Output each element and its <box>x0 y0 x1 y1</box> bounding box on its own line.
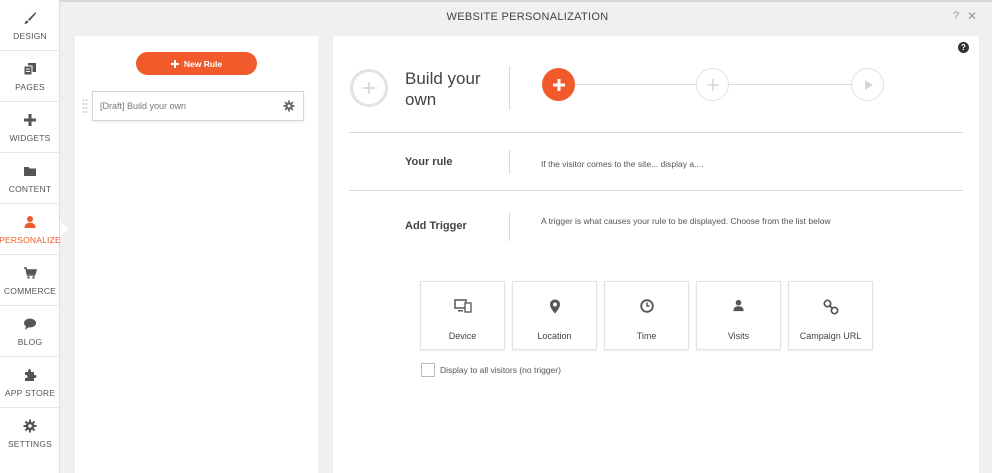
speech-bubble-icon <box>22 316 38 332</box>
sidebar-item-label: SETTINGS <box>7 439 53 449</box>
plus-icon <box>170 59 179 68</box>
sidebar-item-blog[interactable]: BLOG <box>0 306 60 357</box>
cart-icon <box>22 265 38 281</box>
separator <box>349 132 963 133</box>
plus-icon <box>706 78 719 91</box>
sidebar-item-label: PAGES <box>15 81 45 92</box>
rule-builder-panel: ? Build your own Your rule If the visito… <box>333 36 979 473</box>
add-trigger-label: Add Trigger <box>405 220 467 232</box>
sidebar-item-pages[interactable]: PAGES <box>0 51 60 102</box>
your-rule-description: If the visitor comes to the site... disp… <box>541 159 704 169</box>
trigger-label: Time <box>636 331 657 341</box>
plus-icon <box>552 78 565 91</box>
separator <box>349 190 963 191</box>
divider <box>509 213 510 241</box>
trigger-label: Location <box>537 331 572 341</box>
gear-icon[interactable] <box>283 100 295 112</box>
rule-title: Build your own <box>405 69 481 109</box>
sidebar-item-label: BLOG <box>17 336 43 347</box>
device-icon <box>421 299 504 315</box>
person-icon <box>22 214 38 230</box>
clock-icon <box>605 299 688 315</box>
trigger-label: Visits <box>727 331 750 341</box>
rule-step-placeholder <box>350 69 388 107</box>
location-pin-icon <box>513 299 596 315</box>
step-1-add-trigger[interactable] <box>542 68 575 101</box>
step-3-publish[interactable] <box>851 68 884 101</box>
sidebar-item-label: WIDGETS <box>9 132 51 143</box>
step-2-add-action[interactable] <box>696 68 729 101</box>
sidebar-item-widgets[interactable]: WIDGETS <box>0 102 60 153</box>
trigger-label: Campaign URL <box>799 331 862 341</box>
close-icon[interactable]: ✕ <box>967 9 977 23</box>
sidebar-item-label: DESIGN <box>13 30 47 41</box>
sidebar-item-label: PERSONALIZE <box>0 234 61 245</box>
rule-name: [Draft] Build your own <box>100 101 187 111</box>
trigger-device[interactable]: Device <box>420 281 505 350</box>
add-trigger-description: A trigger is what causes your rule to be… <box>541 216 831 226</box>
header-help-icon[interactable]: ? <box>953 10 959 22</box>
sidebar-item-app-store[interactable]: APP STORE <box>0 357 60 408</box>
trigger-campaign-url[interactable]: Campaign URL <box>788 281 873 350</box>
folder-icon <box>22 163 38 179</box>
trigger-time[interactable]: Time <box>604 281 689 350</box>
divider <box>509 150 510 174</box>
left-sidebar: DESIGN PAGES WIDGETS CONTENT PERSONALIZE… <box>0 0 68 473</box>
sidebar-item-settings[interactable]: SETTINGS <box>0 408 60 459</box>
plus-icon <box>363 82 375 94</box>
rule-list-item[interactable]: [Draft] Build your own <box>92 91 304 121</box>
header-top-border <box>60 0 992 2</box>
pages-icon <box>22 61 38 77</box>
all-visitors-checkbox[interactable] <box>421 363 435 377</box>
gear-icon <box>22 418 38 434</box>
your-rule-label: Your rule <box>405 156 453 168</box>
new-rule-button[interactable]: New Rule <box>136 52 257 75</box>
all-visitors-label: Display to all visitors (no trigger) <box>440 365 561 375</box>
sidebar-item-personalize[interactable]: PERSONALIZE <box>0 204 68 255</box>
divider <box>509 66 510 110</box>
sidebar-item-content[interactable]: CONTENT <box>0 153 60 204</box>
puzzle-icon <box>22 367 38 383</box>
person-icon <box>697 299 780 315</box>
drag-handle-icon[interactable] <box>82 98 88 114</box>
sidebar-item-design[interactable]: DESIGN <box>0 0 60 51</box>
sidebar-item-label: COMMERCE <box>3 285 57 296</box>
rules-panel: New Rule [Draft] Build your own <box>75 36 318 473</box>
trigger-label: Device <box>448 331 477 341</box>
help-icon[interactable]: ? <box>958 42 969 53</box>
trigger-location[interactable]: Location <box>512 281 597 350</box>
plus-icon <box>22 112 38 128</box>
trigger-visits[interactable]: Visits <box>696 281 781 350</box>
play-icon <box>864 79 873 90</box>
link-icon <box>789 299 872 315</box>
sidebar-item-label: APP STORE <box>4 387 56 398</box>
page-title: WEBSITE PERSONALIZATION <box>446 11 609 23</box>
new-rule-label: New Rule <box>183 58 223 69</box>
sidebar-item-label: CONTENT <box>8 183 52 194</box>
sidebar-item-commerce[interactable]: COMMERCE <box>0 255 60 306</box>
